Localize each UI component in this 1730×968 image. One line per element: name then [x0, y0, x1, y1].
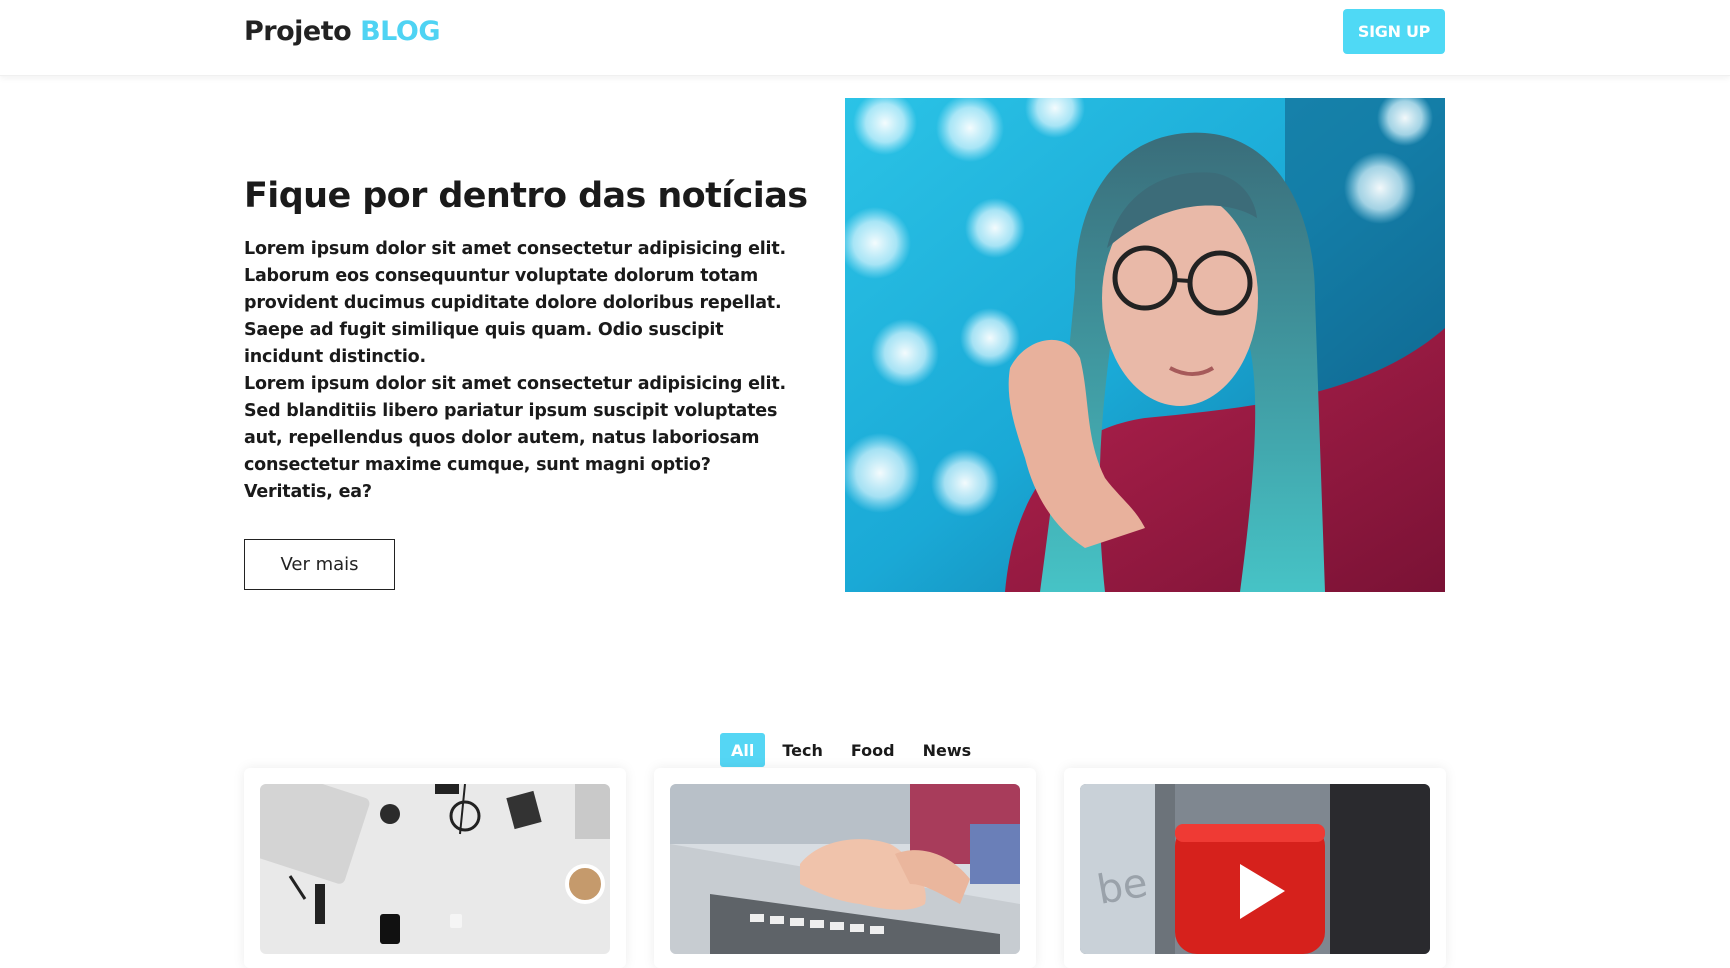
filter-news[interactable]: News — [912, 733, 983, 767]
svg-text:be: be — [1094, 860, 1151, 914]
filter-food[interactable]: Food — [840, 733, 906, 767]
sign-up-button[interactable]: SIGN UP — [1343, 9, 1445, 54]
hero-paragraph-1: Lorem ipsum dolor sit amet consectetur a… — [244, 239, 786, 367]
logo-accent-text: BLOG — [360, 16, 441, 47]
post-card-image: be — [1080, 784, 1430, 954]
post-card[interactable]: be — [1064, 768, 1446, 968]
site-logo[interactable]: Projeto BLOG — [244, 14, 441, 50]
post-card-image — [260, 784, 610, 954]
category-filters: All Tech Food News — [720, 733, 988, 767]
hero-description: Lorem ipsum dolor sit amet consectetur a… — [244, 236, 799, 506]
ver-mais-button[interactable]: Ver mais — [244, 539, 395, 590]
site-header: Projeto BLOG SIGN UP — [0, 0, 1730, 76]
filter-tech[interactable]: Tech — [771, 733, 834, 767]
post-card[interactable] — [244, 768, 626, 968]
hero-title: Fique por dentro das notícias — [244, 176, 808, 216]
post-card[interactable] — [654, 768, 1036, 968]
hero-paragraph-2: Lorem ipsum dolor sit amet consectetur a… — [244, 374, 786, 502]
logo-main-text: Projeto — [244, 16, 352, 47]
filter-all[interactable]: All — [720, 733, 766, 767]
hero-image — [845, 98, 1445, 592]
post-card-image — [670, 784, 1020, 954]
